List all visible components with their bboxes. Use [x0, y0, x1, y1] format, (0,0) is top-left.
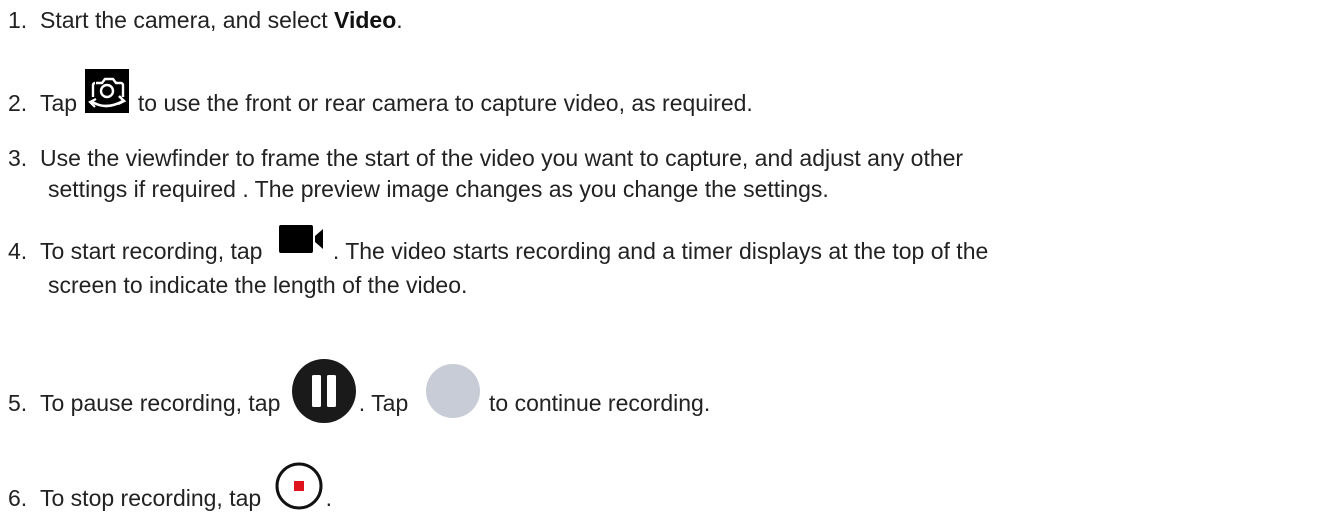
step-text-end: to continue recording.: [489, 390, 711, 417]
pause-icon: [291, 358, 357, 424]
step-line-1: 3. Use the viewfinder to frame the start …: [8, 143, 963, 174]
switch-camera-icon: [85, 69, 130, 113]
step-5: 5. To pause recording, tap . Tap to conti…: [8, 359, 711, 438]
step-text: Tap: [40, 90, 78, 117]
step-text-end: .: [325, 485, 332, 512]
step-text: Use the viewfinder to frame the start of…: [40, 145, 964, 171]
video-camera-icon: [278, 222, 329, 256]
step-3: 3. Use the viewfinder to frame the start …: [8, 143, 963, 205]
step-text-end: to use the front or rear camera to captu…: [137, 90, 753, 117]
step-number: 1.: [8, 7, 28, 33]
step-number: 5.: [8, 390, 28, 417]
step-1: 1. Start the camera, and select Video.: [8, 5, 403, 36]
step-text: Start the camera, and select: [40, 7, 335, 33]
step-emphasis: Video: [334, 7, 397, 33]
step-number: 4.: [8, 238, 28, 265]
step-text-end: .: [396, 7, 403, 33]
step-text: To pause recording, tap: [40, 390, 281, 417]
instructions-page: 1. Start the camera, and select Video. 2.…: [0, 0, 1338, 524]
step-text: To stop recording, tap: [40, 485, 262, 512]
stop-icon: [274, 461, 324, 511]
step-line-1: 4. To start recording, tap . The video st…: [8, 225, 989, 270]
resume-circle-icon: [425, 363, 481, 419]
step-6: 6. To stop recording, tap .: [8, 462, 332, 525]
step-number: 2.: [8, 90, 28, 117]
step-text-end: . The video starts recording and a timer…: [332, 238, 989, 265]
step-text: To start recording, tap: [40, 238, 263, 265]
step-line-2: screen to indicate the length of the vid…: [48, 272, 468, 298]
step-number: 6.: [8, 485, 28, 512]
step-number: 3.: [8, 145, 28, 171]
step-text-mid: . Tap: [358, 390, 409, 417]
step-4: 4. To start recording, tap . The video st…: [8, 225, 989, 301]
step-2: 2. Tap to use the front or rear camera to…: [8, 69, 753, 127]
step-line-2: settings if required . The preview image…: [48, 176, 829, 202]
